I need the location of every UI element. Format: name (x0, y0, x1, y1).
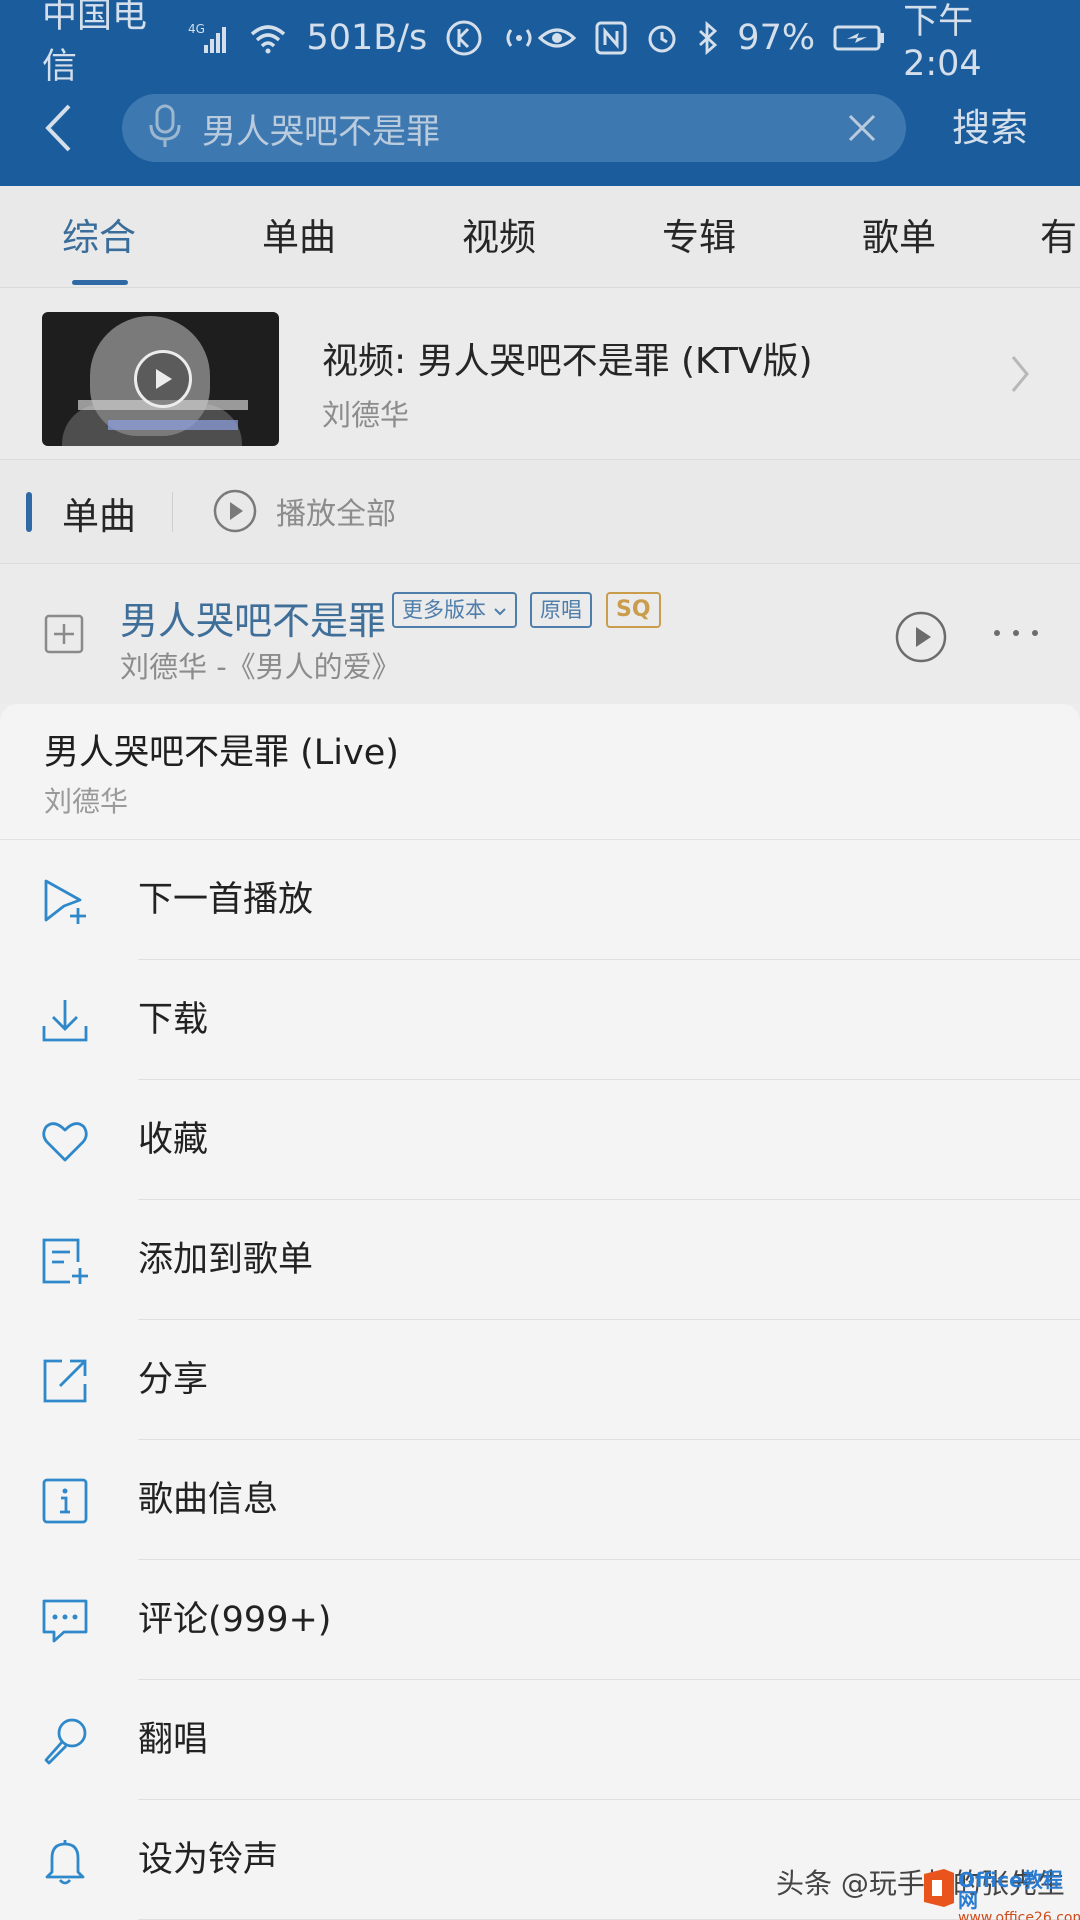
play-next-icon (44, 879, 86, 924)
menu-item-favorite[interactable]: 收藏 (0, 1080, 1080, 1200)
nfc-icon (595, 21, 627, 55)
menu-item-add-to-playlist[interactable]: 添加到歌单 (0, 1200, 1080, 1320)
result-tabs: 综合 单曲 视频 专辑 歌单 有 (0, 186, 1080, 288)
tab-songs[interactable]: 单曲 (262, 186, 336, 288)
app-header: 中国电信 4G 501B/s 97% 下午2:04 男人哭吧不是罪 搜索 (0, 0, 1080, 186)
heart-icon (42, 1122, 88, 1162)
play-all-button[interactable]: 播放全部 (212, 488, 396, 534)
close-icon (848, 114, 876, 142)
original-singer-badge: 原唱 (530, 592, 592, 628)
tab-albums[interactable]: 专辑 (662, 186, 736, 288)
sheet-artist: 刘德华 (44, 785, 129, 818)
tab-more[interactable]: 有 (1040, 186, 1077, 288)
eye-comfort-icon (537, 24, 577, 52)
kugou-k-icon (445, 19, 483, 57)
signal-icon: 4G (186, 21, 230, 55)
section-title: 单曲 (62, 495, 136, 538)
video-thumbnail[interactable] (42, 312, 279, 446)
tab-all[interactable]: 综合 (62, 186, 136, 288)
video-artist: 刘德华 (322, 398, 410, 432)
search-row: 男人哭吧不是罪 搜索 (0, 90, 1080, 166)
song-artist-album: 刘德华 -《男人的爱》 (120, 650, 401, 684)
menu-item-play-next[interactable]: 下一首播放 (0, 840, 1080, 960)
video-title: 视频: 男人哭吧不是罪 (KTV版) (322, 341, 813, 382)
add-to-playlist-icon (42, 1238, 88, 1284)
chevron-left-icon (45, 104, 71, 152)
more-versions-badge[interactable]: 更多版本 (392, 592, 517, 628)
menu-item-share[interactable]: 分享 (0, 1320, 1080, 1440)
clock: 下午2:04 (903, 1, 982, 84)
menu-item-download[interactable]: 下载 (0, 960, 1080, 1080)
action-menu: 下一首播放 下载 收藏 添加到歌单 分享 歌曲信息 评论(999+) 翻唱 设为… (0, 840, 1080, 1920)
song-action-sheet: 男人哭吧不是罪 (Live) 刘德华 下一首播放 下载 收藏 添加到歌单 分享 … (0, 704, 1080, 1920)
carrier-label: 中国电信 (42, 0, 148, 87)
wifi-icon (248, 22, 288, 54)
tab-playlists[interactable]: 歌单 (862, 186, 936, 288)
network-speed: 501B/s (306, 18, 428, 58)
clear-search-button[interactable] (840, 106, 884, 150)
share-icon (43, 1359, 87, 1403)
menu-item-comments[interactable]: 评论(999+) (0, 1560, 1080, 1680)
songs-section-header: 单曲 播放全部 (0, 460, 1080, 564)
video-result[interactable]: 视频: 男人哭吧不是罪 (KTV版) 刘德华 (0, 288, 1080, 460)
menu-item-song-info[interactable]: 歌曲信息 (0, 1440, 1080, 1560)
download-icon (42, 1000, 88, 1042)
sheet-song-title: 男人哭吧不是罪 (Live) (44, 733, 399, 773)
site-watermark: Office教程网 www.office26.com (958, 1868, 1080, 1920)
tab-videos[interactable]: 视频 (462, 186, 536, 288)
alarm-icon (645, 21, 679, 55)
sheet-header: 男人哭吧不是罪 (Live) 刘德华 (0, 704, 1080, 840)
play-icon (134, 350, 192, 408)
search-query: 男人哭吧不是罪 (202, 111, 440, 152)
sq-quality-badge: SQ (606, 592, 661, 628)
back-button[interactable] (28, 94, 88, 162)
info-icon (42, 1478, 88, 1524)
status-bar: 中国电信 4G 501B/s 97% 下午2:04 (0, 0, 1080, 87)
search-button[interactable]: 搜索 (952, 94, 1028, 162)
more-options-button[interactable] (994, 618, 1038, 648)
song-list-item[interactable]: 男人哭吧不是罪 更多版本 原唱 SQ 刘德华 -《男人的爱》 (0, 564, 1080, 704)
active-tab-indicator (72, 280, 128, 285)
add-song-button[interactable] (44, 614, 84, 654)
bluetooth-icon (697, 21, 719, 55)
hotspot-icon (501, 23, 537, 53)
battery-charging-icon (833, 24, 885, 52)
play-circle-icon (213, 489, 257, 533)
battery-percent: 97% (737, 18, 816, 58)
plus-square-icon (44, 614, 84, 654)
chevron-down-icon (493, 608, 506, 616)
menu-item-set-ringtone[interactable]: 设为铃声 (0, 1800, 1080, 1920)
search-input[interactable]: 男人哭吧不是罪 (122, 94, 906, 162)
svg-text:4G: 4G (188, 22, 205, 36)
song-title: 男人哭吧不是罪 (120, 599, 387, 643)
microphone-icon (44, 1718, 87, 1765)
voice-search-icon[interactable] (144, 103, 188, 153)
song-play-button[interactable] (894, 610, 948, 664)
menu-item-cover[interactable]: 翻唱 (0, 1680, 1080, 1800)
chevron-right-icon (1004, 350, 1036, 398)
office-logo-icon (920, 1868, 956, 1908)
bell-icon (45, 1840, 85, 1885)
play-all-label: 播放全部 (276, 497, 396, 532)
comment-icon (42, 1599, 88, 1643)
play-circle-icon (895, 611, 947, 663)
